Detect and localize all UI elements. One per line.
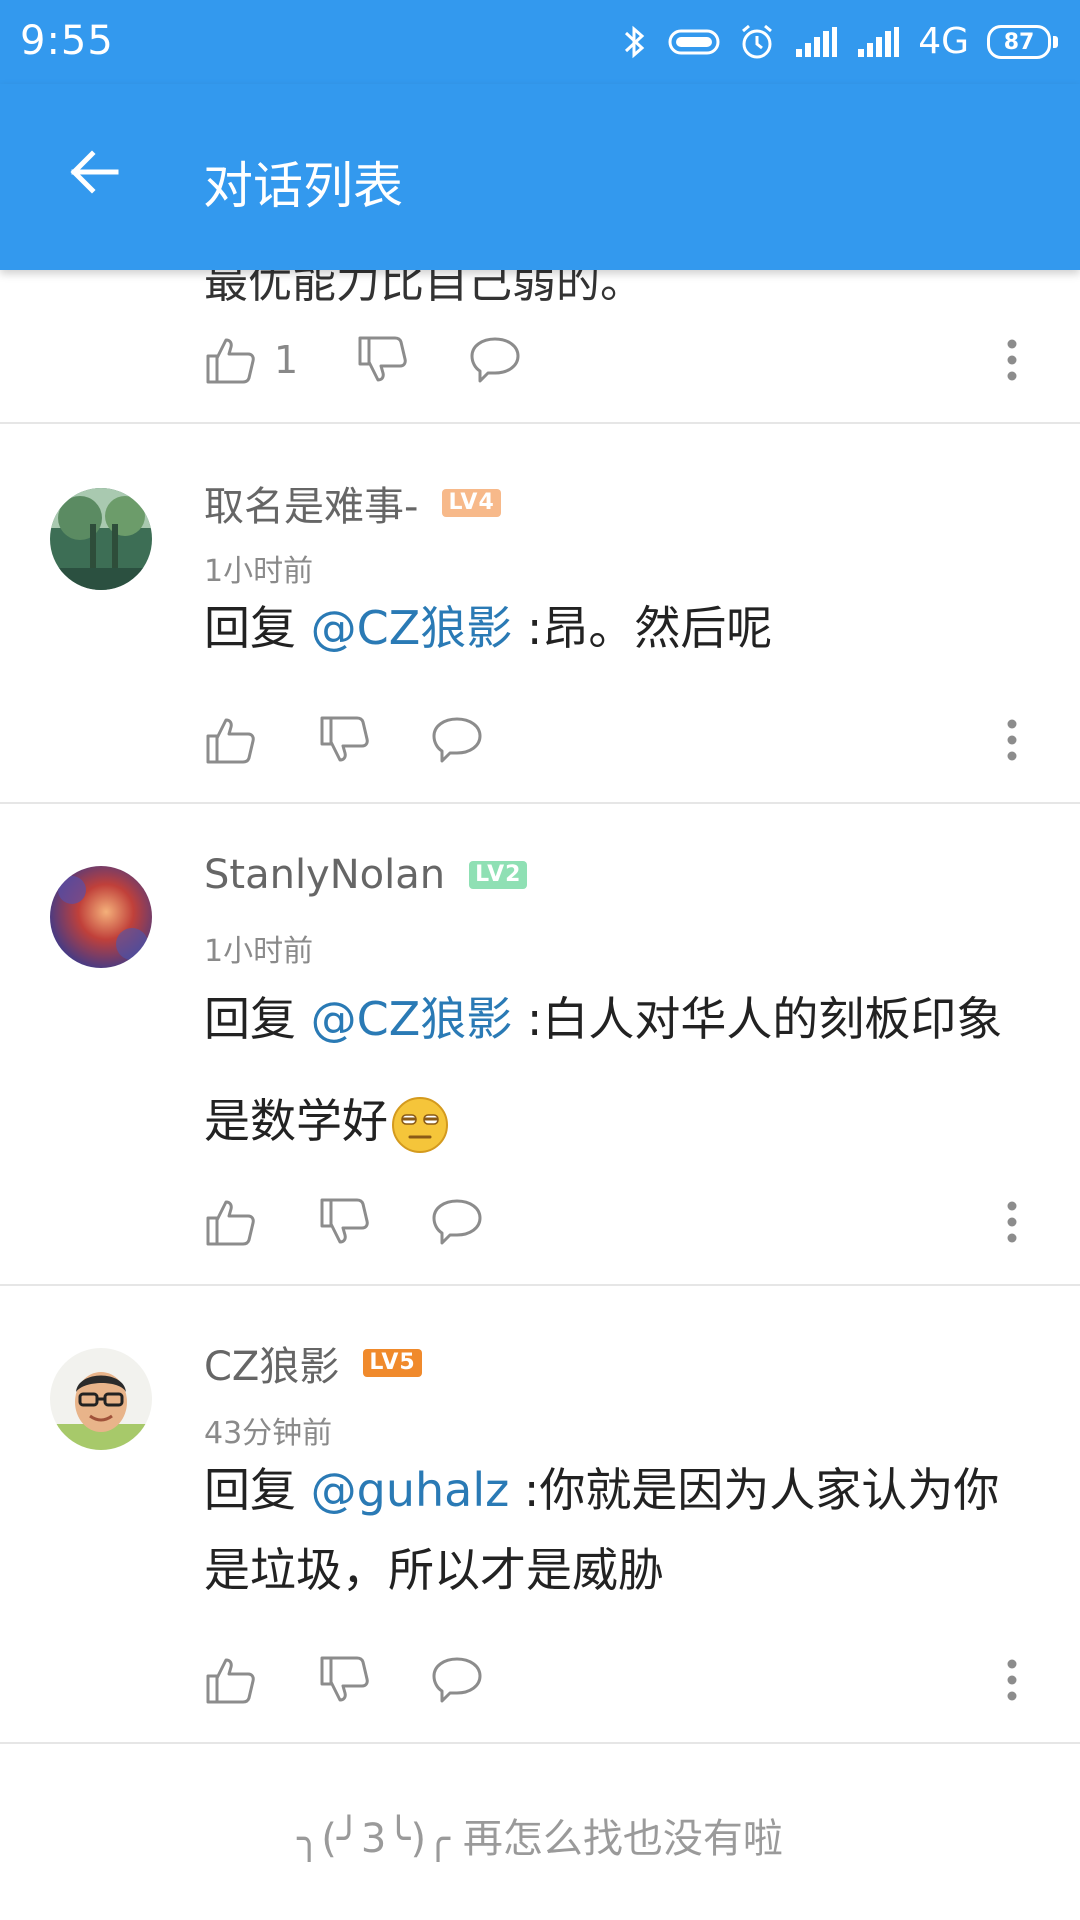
- thumbs-up-icon: [206, 338, 255, 384]
- mention-link[interactable]: @CZ狼影: [311, 992, 513, 1046]
- toggle-icon: [668, 29, 720, 55]
- reply-prefix: 回复: [204, 1463, 296, 1517]
- bluetooth-icon: [625, 25, 645, 59]
- comment-icon: [432, 717, 482, 763]
- like-button[interactable]: [204, 1650, 256, 1710]
- comment-actions: 1: [0, 322, 1080, 402]
- status-bar: 9:55 4G 87: [0, 0, 1080, 84]
- comment-actions: [0, 1642, 1080, 1722]
- more-vertical-icon: [1007, 1201, 1017, 1243]
- status-icons: 4G 87: [620, 18, 1058, 66]
- thumbs-up-icon: [206, 1200, 255, 1246]
- thumbs-down-icon: [320, 1198, 369, 1244]
- level-badge: LV5: [363, 1349, 422, 1377]
- battery-icon: 87: [987, 25, 1058, 59]
- page-title: 对话列表: [203, 157, 403, 215]
- thumbs-up-icon: [206, 718, 255, 764]
- comment-time: 1小时前: [204, 934, 314, 969]
- back-button[interactable]: [64, 142, 124, 202]
- avatar[interactable]: [50, 488, 152, 590]
- more-button[interactable]: [990, 330, 1034, 390]
- more-vertical-icon: [1007, 1659, 1017, 1701]
- level-badge: LV2: [469, 861, 528, 889]
- thumbs-down-icon: [358, 336, 407, 382]
- like-count: 1: [274, 338, 299, 382]
- like-button[interactable]: [204, 710, 256, 770]
- avatar[interactable]: [50, 866, 152, 968]
- comment-actions: [0, 1184, 1080, 1264]
- comment-time: 43分钟前: [204, 1416, 333, 1451]
- battery-level: 87: [987, 25, 1051, 59]
- like-button[interactable]: 1: [204, 330, 298, 390]
- conversation-list[interactable]: 最优能力比自己弱的。 1 取名是难事- LV4 1小时前 回复 @CZ狼影:昂…: [0, 257, 1080, 1920]
- comment-item: StanlyNolan LV2 1小时前 回复 @CZ狼影 :白人对华人的刻板印…: [0, 804, 1080, 1286]
- mention-link[interactable]: @guhalz: [311, 1463, 510, 1517]
- reply-button[interactable]: [430, 710, 484, 770]
- comment-icon: [432, 1199, 482, 1245]
- comment-icon: [432, 1657, 482, 1703]
- comment-body: :昂。然后呢: [526, 601, 773, 655]
- dislike-button[interactable]: [318, 1192, 370, 1252]
- dislike-button[interactable]: [318, 1650, 370, 1710]
- signal-icon-2: [858, 27, 900, 57]
- signal-icon: [796, 27, 838, 57]
- comment-text: 回复 @CZ狼影 :昂。然后呢: [204, 588, 1034, 668]
- more-button[interactable]: [990, 1192, 1034, 1252]
- reply-button[interactable]: [468, 330, 522, 390]
- app-bar: 对话列表: [0, 84, 1080, 270]
- like-button[interactable]: [204, 1192, 256, 1252]
- end-face: ╮(╯3╰)╭: [297, 1816, 451, 1862]
- thumbs-down-icon: [320, 1656, 369, 1702]
- reply-button[interactable]: [430, 1650, 484, 1710]
- divider: [0, 1742, 1080, 1744]
- more-button[interactable]: [990, 710, 1034, 770]
- reply-prefix: 回复: [204, 992, 296, 1046]
- level-badge: LV4: [442, 489, 501, 517]
- reply-button[interactable]: [430, 1192, 484, 1252]
- more-vertical-icon: [1007, 719, 1017, 761]
- comment-text: 回复 @CZ狼影 :白人对华人的刻板印象是数学好: [204, 968, 1034, 1172]
- status-time: 9:55: [20, 18, 114, 64]
- network-type: 4G: [918, 21, 969, 62]
- comment-actions: [0, 702, 1080, 782]
- alarm-icon: [742, 24, 773, 59]
- comment-item: 取名是难事- LV4 1小时前 回复 @CZ狼影 :昂。然后呢: [0, 424, 1080, 804]
- arrow-left-icon: [70, 150, 119, 194]
- more-vertical-icon: [1007, 339, 1017, 381]
- username[interactable]: CZ狼影: [204, 1334, 339, 1392]
- end-of-list-note: ╮(╯3╰)╭ 再怎么找也没有啦: [0, 1806, 1080, 1864]
- username[interactable]: StanlyNolan: [204, 852, 445, 898]
- smirk-face-emoji: [392, 1096, 448, 1153]
- reply-prefix: 回复: [204, 601, 296, 655]
- mention-link[interactable]: @CZ狼影: [311, 601, 513, 655]
- end-text: 再怎么找也没有啦: [462, 1816, 783, 1862]
- comment-item: CZ狼影 LV5 43分钟前 回复 @guhalz :你就是因为人家认为你是垃圾…: [0, 1286, 1080, 1744]
- thumbs-up-icon: [206, 1658, 255, 1704]
- dislike-button[interactable]: [318, 710, 370, 770]
- comment-icon: [470, 337, 520, 383]
- avatar[interactable]: [50, 1348, 152, 1450]
- thumbs-down-icon: [320, 716, 369, 762]
- more-button[interactable]: [990, 1650, 1034, 1710]
- dislike-button[interactable]: [356, 330, 408, 390]
- comment-text: 回复 @guhalz :你就是因为人家认为你是垃圾，所以才是威胁: [204, 1450, 1034, 1610]
- comment-time: 1小时前: [204, 554, 314, 589]
- username[interactable]: 取名是难事-: [204, 474, 418, 532]
